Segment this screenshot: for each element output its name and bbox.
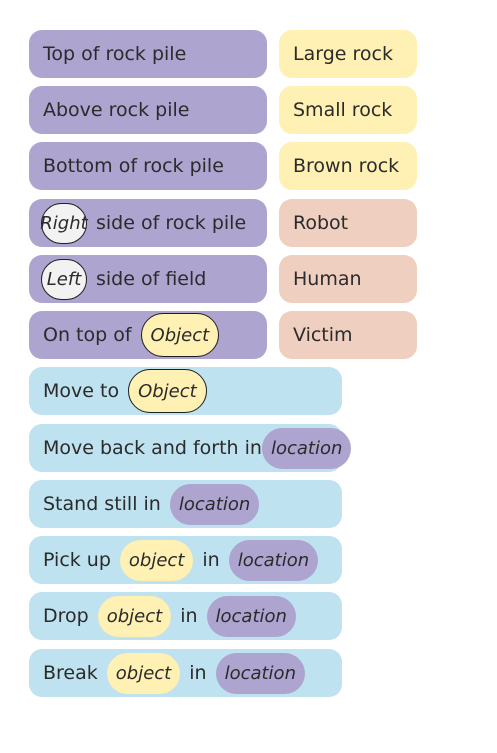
block-label: Move back and forth in <box>43 437 262 459</box>
block-label: Victim <box>293 324 353 346</box>
block-pick-up[interactable]: Pick up object in location <box>29 536 342 584</box>
block-label: Bottom of rock pile <box>43 155 224 177</box>
object-slot[interactable]: Object <box>128 369 207 413</box>
location-slot[interactable]: location <box>228 539 319 581</box>
block-label: Robot <box>293 212 349 234</box>
block-label: Above rock pile <box>43 99 190 121</box>
in-label: in <box>180 605 198 627</box>
location-slot[interactable]: location <box>261 427 352 469</box>
block-label: Large rock <box>293 43 393 65</box>
object-slot[interactable]: Object <box>140 313 220 357</box>
block-move-to[interactable]: Move to Object <box>29 367 342 415</box>
block-label: Top of rock pile <box>43 43 187 65</box>
in-label: in <box>189 662 207 684</box>
block-label: On top of <box>43 324 132 346</box>
block-large-rock[interactable]: Large rock <box>279 30 417 78</box>
block-bottom-of-rock-pile[interactable]: Bottom of rock pile <box>29 142 267 190</box>
block-label: Human <box>293 268 362 290</box>
block-top-of-rock-pile[interactable]: Top of rock pile <box>29 30 267 78</box>
block-stand-still[interactable]: Stand still in location <box>29 480 342 528</box>
block-small-rock[interactable]: Small rock <box>279 86 417 134</box>
block-label: Stand still in <box>43 493 161 515</box>
block-move-back-and-forth[interactable]: Move back and forth in location <box>29 424 352 472</box>
block-human[interactable]: Human <box>279 255 417 303</box>
block-break[interactable]: Break object in location <box>29 649 342 697</box>
block-above-rock-pile[interactable]: Above rock pile <box>29 86 267 134</box>
direction-slot-left[interactable]: Left <box>41 258 87 300</box>
block-label: Drop <box>43 605 89 627</box>
block-label: Pick up <box>43 549 111 571</box>
location-slot[interactable]: location <box>169 483 260 525</box>
block-robot[interactable]: Robot <box>279 199 417 247</box>
block-victim[interactable]: Victim <box>279 311 417 359</box>
object-slot[interactable]: object <box>97 595 172 637</box>
block-label: Break <box>43 662 98 684</box>
block-side-of-rock-pile[interactable]: Right side of rock pile <box>29 199 267 247</box>
block-label: Move to <box>43 380 120 402</box>
block-label: Brown rock <box>293 155 400 177</box>
object-slot[interactable]: object <box>106 652 181 694</box>
in-label: in <box>202 549 220 571</box>
location-slot[interactable]: location <box>215 652 305 694</box>
block-label: side of field <box>96 268 207 290</box>
block-side-of-field[interactable]: Left side of field <box>29 255 267 303</box>
block-on-top-of[interactable]: On top of Object <box>29 311 267 359</box>
object-slot[interactable]: object <box>119 539 194 581</box>
block-label: Small rock <box>293 99 393 121</box>
block-drop[interactable]: Drop object in location <box>29 592 342 640</box>
direction-slot-right[interactable]: Right <box>40 202 88 244</box>
block-brown-rock[interactable]: Brown rock <box>279 142 417 190</box>
location-slot[interactable]: location <box>206 595 296 637</box>
block-label: side of rock pile <box>96 212 247 234</box>
